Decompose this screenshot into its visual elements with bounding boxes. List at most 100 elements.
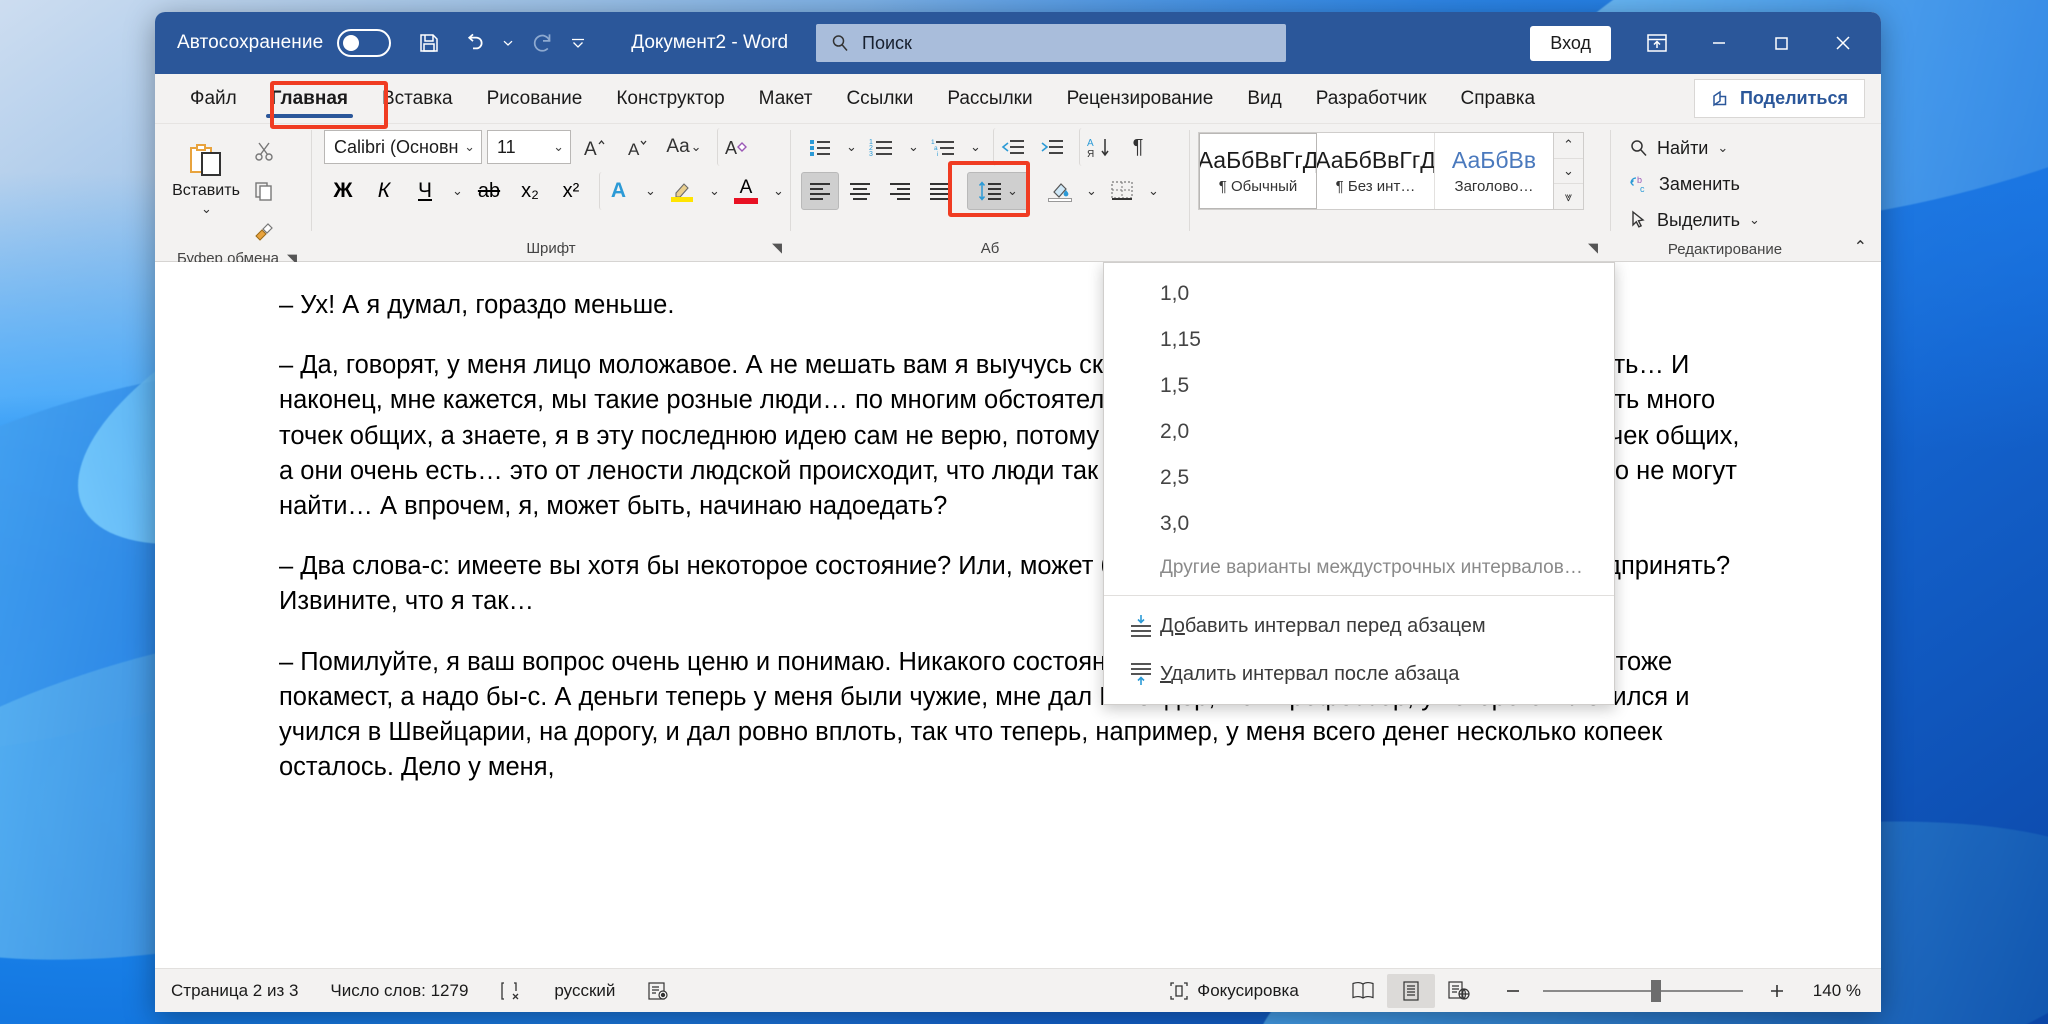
search-input[interactable]: Поиск xyxy=(816,24,1286,62)
clear-formatting-button[interactable]: A xyxy=(717,128,755,166)
show-formatting-marks-button[interactable]: ¶ xyxy=(1119,128,1157,166)
tab-design[interactable]: Конструктор xyxy=(599,74,741,123)
paste-dropdown-caret[interactable]: ⌄ xyxy=(201,201,212,217)
close-icon[interactable] xyxy=(1813,17,1873,69)
bold-button[interactable]: Ж xyxy=(324,172,362,210)
zoom-slider-thumb[interactable] xyxy=(1651,980,1661,1002)
remove-space-after-paragraph[interactable]: Удалить интервал после абзаца xyxy=(1104,650,1614,698)
print-layout-button[interactable] xyxy=(1387,974,1435,1008)
styles-dialog-launcher-icon[interactable]: ◥ xyxy=(1588,240,1598,256)
tab-view[interactable]: Вид xyxy=(1230,74,1298,123)
minimize-icon[interactable] xyxy=(1689,17,1749,69)
tab-mailings[interactable]: Рассылки xyxy=(930,74,1049,123)
numbering-button[interactable]: 1 2 3 xyxy=(863,128,901,166)
zoom-out-button[interactable] xyxy=(1483,981,1529,1001)
zoom-slider[interactable] xyxy=(1543,990,1743,992)
font-dialog-launcher-icon[interactable]: ◥ xyxy=(772,240,782,256)
font-color-dropdown-caret[interactable]: ⌄ xyxy=(768,172,788,210)
borders-button[interactable] xyxy=(1103,172,1141,210)
page-indicator[interactable]: Страница 2 из 3 xyxy=(171,981,314,1001)
tab-draw[interactable]: Рисование xyxy=(470,74,600,123)
redo-icon[interactable] xyxy=(523,23,563,63)
line-spacing-dropdown-menu[interactable]: 1,0 1,15 1,5 2,0 2,5 3,0 Другие варианты… xyxy=(1103,262,1615,705)
italic-button[interactable]: К xyxy=(365,172,403,210)
word-count[interactable]: Число слов: 1279 xyxy=(314,981,484,1001)
undo-icon[interactable] xyxy=(453,23,493,63)
superscript-button[interactable]: x² xyxy=(552,172,590,210)
align-right-button[interactable] xyxy=(881,172,919,210)
language-indicator[interactable]: русский xyxy=(538,981,631,1001)
style-heading1[interactable]: АаБбВв Заголово… xyxy=(1435,133,1553,209)
spacing-option-1-15[interactable]: 1,15 xyxy=(1104,317,1614,363)
sort-button[interactable]: A Я xyxy=(1079,128,1117,166)
select-button[interactable]: Выделить ⌄ xyxy=(1623,202,1766,238)
tab-layout[interactable]: Макет xyxy=(742,74,830,123)
highlight-dropdown-caret[interactable]: ⌄ xyxy=(704,172,724,210)
underline-button[interactable]: Ч xyxy=(406,172,444,210)
read-mode-button[interactable] xyxy=(1339,974,1387,1008)
multilevel-dropdown-caret[interactable]: ⌄ xyxy=(965,128,985,166)
document-area[interactable]: – Ух! А я думал, гораздо меньше. – Да, г… xyxy=(155,262,1881,968)
tab-developer[interactable]: Разработчик xyxy=(1299,74,1444,123)
line-spacing-button[interactable]: ⌄ xyxy=(967,172,1029,210)
more-spacing-options[interactable]: Другие варианты междустрочных интервалов… xyxy=(1104,547,1614,589)
shading-dropdown-caret[interactable]: ⌄ xyxy=(1081,172,1101,210)
ribbon-display-options-icon[interactable] xyxy=(1627,17,1687,69)
zoom-level[interactable]: 140 % xyxy=(1797,981,1865,1001)
strikethrough-button[interactable]: ab xyxy=(470,172,508,210)
text-effects-button[interactable]: A xyxy=(599,172,637,210)
increase-indent-button[interactable] xyxy=(1033,128,1071,166)
align-center-button[interactable] xyxy=(841,172,879,210)
styles-gallery[interactable]: АаБбВвГгД ¶ Обычный АаБбВвГгД ¶ Без инт…… xyxy=(1198,132,1554,210)
tab-insert[interactable]: Вставка xyxy=(365,74,470,123)
chevron-down-icon[interactable]: ⌄ xyxy=(1717,140,1728,156)
spacing-option-2-0[interactable]: 2,0 xyxy=(1104,409,1614,455)
borders-dropdown-caret[interactable]: ⌄ xyxy=(1143,172,1163,210)
spacing-option-2-5[interactable]: 2,5 xyxy=(1104,455,1614,501)
font-color-button[interactable]: A xyxy=(727,172,765,210)
spacing-option-1-0[interactable]: 1,0 xyxy=(1104,271,1614,317)
chevron-down-icon[interactable]: ⌄ xyxy=(1749,212,1760,228)
text-highlight-button[interactable] xyxy=(663,172,701,210)
find-button[interactable]: Найти ⌄ xyxy=(1623,130,1734,166)
customize-quick-access-icon[interactable] xyxy=(567,23,589,63)
spacing-option-1-5[interactable]: 1,5 xyxy=(1104,363,1614,409)
tab-review[interactable]: Рецензирование xyxy=(1050,74,1231,123)
accessibility-button[interactable] xyxy=(631,981,685,1001)
align-left-button[interactable] xyxy=(801,172,839,210)
tab-home[interactable]: Главная xyxy=(254,74,365,123)
chevron-up-icon[interactable]: ⌃ xyxy=(1554,133,1583,159)
justify-button[interactable] xyxy=(921,172,959,210)
style-normal[interactable]: АаБбВвГгД ¶ Обычный xyxy=(1199,133,1317,209)
chevron-down-icon[interactable]: ⌄ xyxy=(1554,159,1583,185)
proofing-errors-button[interactable] xyxy=(484,981,538,1001)
grow-font-button[interactable]: A xyxy=(576,128,614,166)
web-layout-button[interactable] xyxy=(1435,974,1483,1008)
underline-dropdown-caret[interactable]: ⌄ xyxy=(447,172,467,210)
tab-file[interactable]: Файл xyxy=(173,74,254,123)
shading-button[interactable] xyxy=(1041,172,1079,210)
save-icon[interactable] xyxy=(409,23,449,63)
zoom-in-button[interactable] xyxy=(1757,981,1797,1001)
tab-help[interactable]: Справка xyxy=(1444,74,1553,123)
multilevel-list-button[interactable]: 1 a i xyxy=(925,128,963,166)
change-case-button[interactable]: Aa ⌄ xyxy=(662,128,706,166)
share-button[interactable]: Поделиться xyxy=(1694,79,1865,118)
undo-dropdown-caret[interactable] xyxy=(497,23,519,63)
styles-more-icon[interactable]: ⩔ xyxy=(1554,184,1583,209)
sign-in-button[interactable]: Вход xyxy=(1530,26,1611,61)
bullets-button[interactable] xyxy=(801,128,839,166)
spacing-option-3-0[interactable]: 3,0 xyxy=(1104,501,1614,547)
copy-button[interactable] xyxy=(245,172,283,210)
bullets-dropdown-caret[interactable]: ⌄ xyxy=(841,128,861,166)
decrease-indent-button[interactable] xyxy=(993,128,1031,166)
text-effects-dropdown-caret[interactable]: ⌄ xyxy=(640,172,660,210)
subscript-button[interactable]: x₂ xyxy=(511,172,549,210)
shrink-font-button[interactable]: A xyxy=(619,128,657,166)
numbering-dropdown-caret[interactable]: ⌄ xyxy=(903,128,923,166)
replace-button[interactable]: b c Заменить xyxy=(1623,166,1746,202)
cut-button[interactable] xyxy=(245,132,283,170)
paste-button[interactable]: Вставить ⌄ xyxy=(167,128,245,224)
style-no-spacing[interactable]: АаБбВвГгД ¶ Без инт… xyxy=(1317,133,1435,209)
format-painter-button[interactable] xyxy=(245,212,283,250)
